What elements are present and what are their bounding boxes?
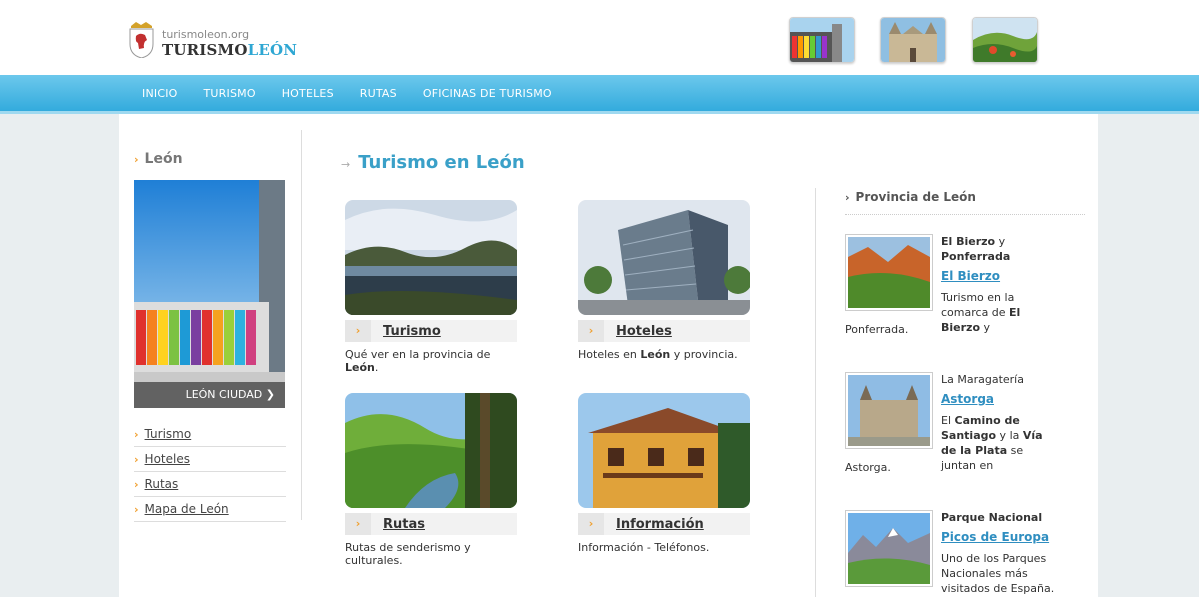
astorga-image[interactable] — [845, 372, 933, 449]
nav-item-inicio[interactable]: INICIO — [129, 87, 191, 100]
leon-ciudad-image[interactable]: LEÓN CIUDAD ❯ — [134, 180, 285, 408]
item-desc: Uno de los Parques Nacionales más visita… — [941, 552, 1055, 595]
card-description: Información - Teléfonos. — [578, 541, 753, 554]
sidebar-link-rutas[interactable]: › Rutas — [134, 472, 286, 497]
item-heading: El Bierzo — [941, 235, 996, 248]
arrow-icon: › — [134, 428, 139, 441]
bierzo-image[interactable] — [845, 234, 933, 311]
sidebar-title-text: León — [144, 151, 183, 167]
leon-ciudad-caption[interactable]: LEÓN CIUDAD ❯ — [134, 382, 285, 408]
arrow-icon: › — [134, 503, 139, 516]
page-title-text: Turismo en León — [358, 152, 525, 173]
link-text[interactable]: Rutas — [145, 477, 179, 491]
nav-item-oficinas[interactable]: OFICINAS DE TURISMO — [410, 87, 565, 100]
link-text[interactable]: Turismo — [145, 427, 192, 441]
card-turismo[interactable]: › Turismo Qué ver en la provincia de León… — [345, 200, 520, 374]
item-desc: y la — [996, 429, 1023, 442]
card-label[interactable]: › Rutas — [345, 513, 517, 535]
item-desc: Turismo en la comarca de — [941, 291, 1015, 319]
item-desc: y — [980, 321, 991, 334]
card-label[interactable]: › Turismo — [345, 320, 517, 342]
right-title-text: Provincia de León — [855, 190, 976, 204]
house-image[interactable] — [578, 393, 750, 508]
right-column-title: › Provincia de León — [845, 190, 1085, 215]
header-thumb-palace[interactable] — [880, 17, 946, 63]
desc-bold: León — [345, 361, 375, 374]
item-desc-tail: Astorga. — [845, 461, 891, 474]
desc-bold: León — [640, 348, 671, 361]
card-label[interactable]: › Hoteles — [578, 320, 750, 342]
chevron-right-icon: ❯ — [265, 388, 275, 401]
item-text: El Bierzo y Ponferrada El Bierzo Turismo… — [941, 234, 1061, 335]
desc-text: Rutas de senderismo y culturales. — [345, 541, 471, 567]
arrow-icon: › — [845, 191, 850, 204]
arrow-icon: › — [134, 453, 139, 466]
sidebar-link-turismo[interactable]: › Turismo — [134, 422, 286, 447]
sidebar-link-hoteles[interactable]: › Hoteles — [134, 447, 286, 472]
divider — [301, 130, 302, 520]
desc-text: . — [374, 361, 379, 374]
sidebar-links: › Turismo › Hoteles › Rutas › Mapa de León — [134, 422, 286, 522]
card-description: Hoteles en León y provincia. — [578, 348, 753, 361]
desc-text: Hoteles en — [578, 348, 641, 361]
sidebar-link-mapa[interactable]: › Mapa de León — [134, 497, 286, 522]
header-thumb-landscape[interactable] — [972, 17, 1038, 63]
coat-of-arms-icon — [128, 22, 155, 59]
caption-text: LEÓN CIUDAD — [185, 388, 263, 401]
arrow-icon: › — [578, 320, 604, 342]
card-title[interactable]: Rutas — [383, 517, 425, 532]
item-heading-rest: y — [995, 235, 1006, 248]
card-description: Qué ver en la provincia de León. — [345, 348, 520, 374]
nav-item-hoteles[interactable]: HOTELES — [269, 87, 347, 100]
desc-text: y provincia. — [670, 348, 738, 361]
site-name: TURISMOLEÓN — [162, 41, 297, 59]
item-text: Parque Nacional Picos de Europa Uno de l… — [941, 510, 1061, 596]
item-text: La Maragatería Astorga El Camino de Sant… — [941, 372, 1061, 473]
item-link[interactable]: Picos de Europa — [941, 530, 1061, 545]
desc-text: Información - Teléfonos. — [578, 541, 710, 554]
card-title[interactable]: Hoteles — [616, 324, 672, 339]
link-text[interactable]: Mapa de León — [145, 502, 229, 516]
lake-image[interactable] — [345, 200, 517, 315]
card-informacion[interactable]: › Información Información - Teléfonos. — [578, 393, 753, 554]
item-heading-2: Ponferrada — [941, 250, 1011, 263]
item-link[interactable]: El Bierzo — [941, 269, 1061, 284]
card-description: Rutas de senderismo y culturales. — [345, 541, 520, 567]
page-content: › León LEÓN CIUDAD ❯ › Turismo › Hoteles › R… — [119, 114, 1098, 597]
item-link[interactable]: Astorga — [941, 392, 1061, 407]
header: turismoleon.org TURISMOLEÓN — [0, 0, 1199, 75]
site-name-part1: TURISMO — [162, 41, 248, 59]
item-heading: Parque Nacional — [941, 511, 1043, 524]
arrow-icon: › — [345, 320, 371, 342]
item-heading: La Maragatería — [941, 373, 1024, 386]
arrow-icon: › — [134, 478, 139, 491]
item-desc-tail: Ponferrada. — [845, 323, 909, 336]
arrow-icon: › — [134, 153, 139, 166]
river-image[interactable] — [345, 393, 517, 508]
arrow-icon: › — [578, 513, 604, 535]
picos-image[interactable] — [845, 510, 933, 587]
arrow-icon: › — [345, 513, 371, 535]
header-thumb-museum[interactable] — [789, 17, 855, 63]
nav-item-rutas[interactable]: RUTAS — [347, 87, 410, 100]
divider — [815, 188, 816, 597]
card-title[interactable]: Información — [616, 517, 704, 532]
page-title: → Turismo en León — [341, 152, 525, 173]
desc-text: Qué ver en la provincia de — [345, 348, 491, 361]
arrow-icon: → — [341, 158, 351, 171]
nav-item-turismo[interactable]: TURISMO — [191, 87, 269, 100]
site-url: turismoleon.org — [162, 28, 250, 41]
item-desc: El — [941, 414, 955, 427]
main-nav: INICIO TURISMO HOTELES RUTAS OFICINAS DE… — [0, 75, 1199, 114]
card-label[interactable]: › Información — [578, 513, 750, 535]
card-hoteles[interactable]: › Hoteles Hoteles en León y provincia. — [578, 200, 753, 361]
site-name-part2: LEÓN — [247, 41, 298, 59]
link-text[interactable]: Hoteles — [145, 452, 190, 466]
site-logo[interactable]: turismoleon.org TURISMOLEÓN — [128, 22, 297, 59]
card-title[interactable]: Turismo — [383, 324, 441, 339]
hotel-image[interactable] — [578, 200, 750, 315]
sidebar-title: › León — [134, 151, 183, 167]
card-rutas[interactable]: › Rutas Rutas de senderismo y culturales. — [345, 393, 520, 567]
